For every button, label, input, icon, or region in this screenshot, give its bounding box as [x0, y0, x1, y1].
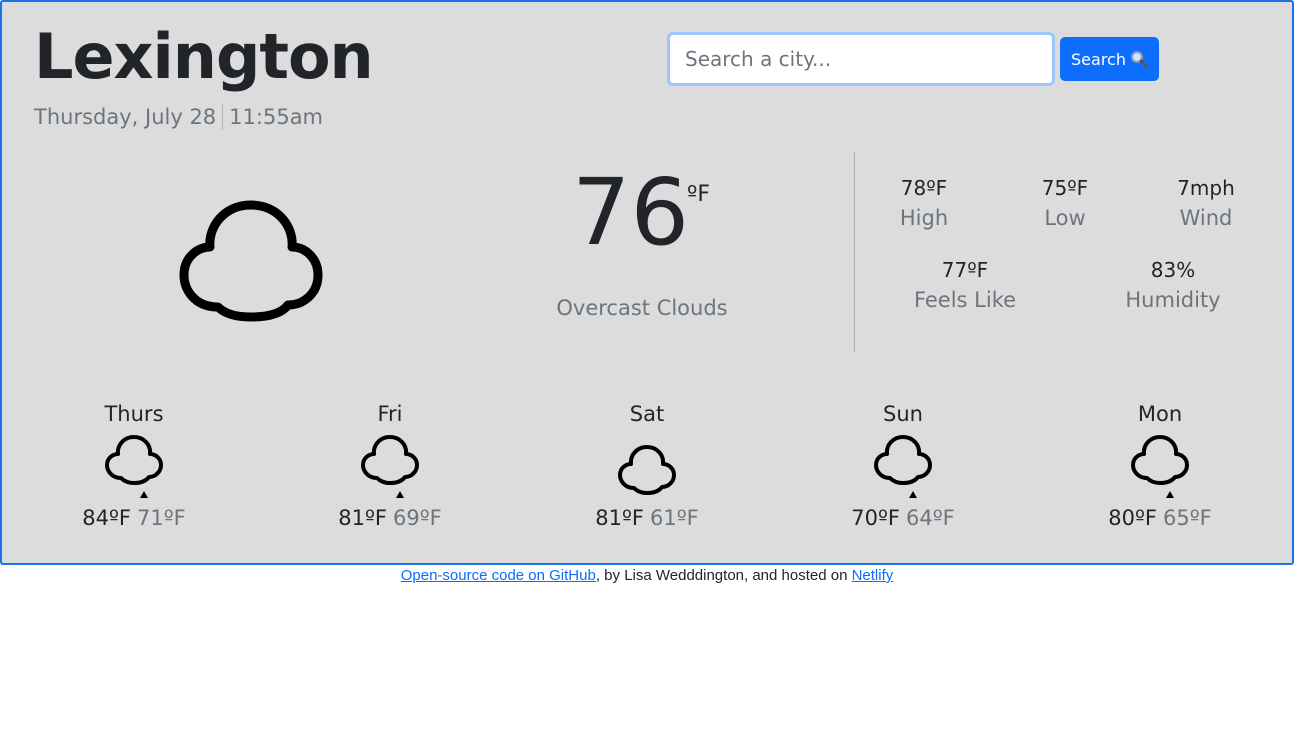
- stat-label: Feels Like: [913, 288, 1017, 312]
- stat-label: Wind: [1179, 206, 1233, 230]
- cloud-icon: [618, 445, 676, 495]
- rain-cloud-icon: [874, 435, 932, 498]
- forecast-low: 71ºF: [137, 506, 186, 530]
- stat-low: 75ºF Low: [1005, 176, 1125, 230]
- forecast-temps: 70ºF 64ºF: [823, 506, 983, 530]
- github-link[interactable]: Open-source code on GitHub: [401, 567, 596, 584]
- weather-description: Overcast Clouds: [556, 296, 728, 320]
- city-search-input[interactable]: [667, 32, 1055, 86]
- cloud-icon: [179, 200, 323, 322]
- stat-high: 78ºF High: [864, 176, 984, 230]
- stat-humidity: 83% Humidity: [1113, 258, 1233, 312]
- forecast-day-name: Sat: [629, 402, 665, 426]
- stat-feels-like: 77ºF Feels Like: [905, 258, 1025, 312]
- stat-label: Humidity: [1125, 288, 1221, 312]
- forecast-low: 69ºF: [393, 506, 442, 530]
- forecast-day: Thurs 84ºF 71ºF: [54, 402, 214, 530]
- rain-cloud-icon: [361, 435, 419, 498]
- netlify-link[interactable]: Netlify: [852, 567, 894, 584]
- forecast-day-name: Thurs: [104, 402, 164, 426]
- current-time: 11:55am: [229, 105, 324, 129]
- forecast-temps: 81ºF 69ºF: [310, 506, 470, 530]
- forecast-low: 61ºF: [650, 506, 699, 530]
- forecast-high: 81ºF: [595, 506, 644, 530]
- stat-wind: 7mph Wind: [1146, 176, 1266, 230]
- date-time: Thursday, July 28 11:55am: [34, 104, 323, 130]
- forecast-high: 70ºF: [851, 506, 900, 530]
- forecast-high: 80ºF: [1108, 506, 1157, 530]
- current-date: Thursday, July 28: [34, 105, 217, 129]
- forecast-day-name: Mon: [1137, 402, 1183, 426]
- stat-value: 83%: [1150, 258, 1196, 282]
- rain-cloud-icon: [1131, 435, 1189, 498]
- forecast-temps: 81ºF 61ºF: [567, 506, 727, 530]
- vertical-divider: [854, 152, 855, 352]
- stat-value: 7mph: [1177, 176, 1235, 200]
- search-icon: [1130, 51, 1148, 68]
- forecast-day: Sat 81ºF 61ºF: [567, 402, 727, 530]
- stat-label: High: [899, 206, 949, 230]
- stat-value: 78ºF: [900, 176, 948, 200]
- forecast-temps: 80ºF 65ºF: [1080, 506, 1240, 530]
- weather-card: Lexington Thursday, July 28 11:55am Sear…: [0, 0, 1294, 565]
- forecast-high: 84ºF: [82, 506, 131, 530]
- forecast-day-name: Fri: [377, 402, 403, 426]
- city-title: Lexington: [34, 20, 374, 93]
- footer-credit: , by Lisa Wedddington, and hosted on: [595, 567, 852, 584]
- forecast-day: Mon 80ºF 65ºF: [1080, 402, 1240, 530]
- forecast-day: Fri 81ºF 69ºF: [310, 402, 470, 530]
- forecast-low: 65ºF: [1163, 506, 1212, 530]
- stat-value: 77ºF: [941, 258, 989, 282]
- stat-value: 75ºF: [1041, 176, 1089, 200]
- forecast-temps: 84ºF 71ºF: [54, 506, 214, 530]
- date-time-divider: [222, 104, 224, 130]
- forecast-day: Sun 70ºF 64ºF: [823, 402, 983, 530]
- current-temperature: 76: [572, 159, 690, 266]
- forecast-high: 81ºF: [338, 506, 387, 530]
- footer: Open-source code on GitHub, by Lisa Wedd…: [0, 567, 1294, 584]
- temperature-unit: ºF: [687, 182, 711, 207]
- stat-label: Low: [1044, 206, 1086, 230]
- search-button[interactable]: Search: [1060, 37, 1159, 81]
- forecast-low: 64ºF: [906, 506, 955, 530]
- forecast-day-name: Sun: [883, 402, 923, 426]
- search-button-label: Search: [1071, 49, 1126, 69]
- rain-cloud-icon: [105, 435, 163, 498]
